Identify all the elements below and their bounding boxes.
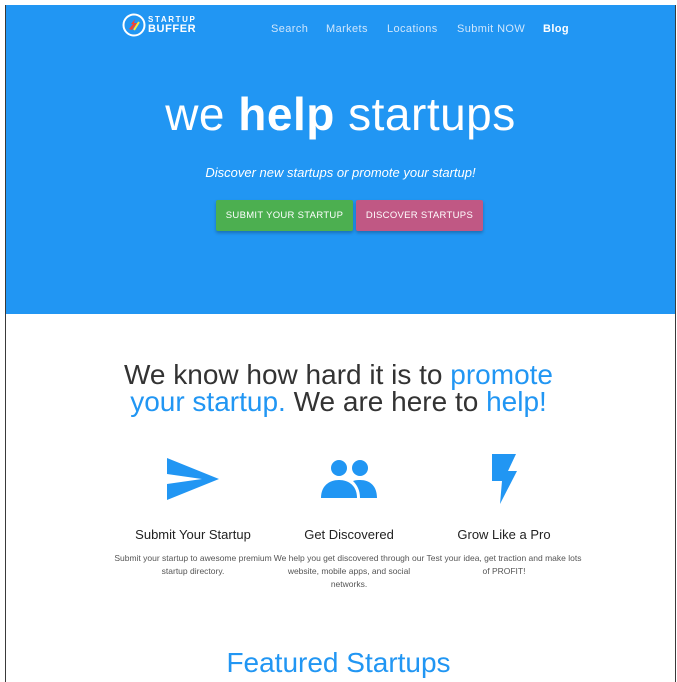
hero-title-pre: we (165, 88, 239, 140)
nav-item-locations[interactable]: Locations (387, 23, 438, 35)
featured-startups-heading: Featured Startups (226, 647, 451, 678)
promo-heading: We know how hard it is to promote your s… (0, 361, 677, 417)
feature-title: Submit Your Startup (135, 527, 251, 542)
discover-startups-button[interactable]: DISCOVER STARTUPS (356, 200, 483, 231)
hero-section: STARTUP BUFFER Search Markets Locations … (6, 5, 675, 314)
feature-description: Test your idea, get traction and make lo… (426, 553, 582, 576)
flash-icon (492, 454, 517, 504)
top-navigation: Search Markets Locations Submit NOW Blog (6, 23, 675, 37)
frame-border-right (675, 5, 676, 682)
feature-discovered: Get Discovered We help you get discovere… (264, 451, 434, 591)
feature-title: Grow Like a Pro (457, 527, 551, 542)
hero-title-bold: help (238, 88, 335, 140)
nav-item-blog[interactable]: Blog (543, 23, 569, 35)
nav-item-submit-now[interactable]: Submit NOW (457, 23, 525, 35)
feature-title: Get Discovered (304, 527, 394, 542)
feature-icon-wrap (108, 451, 278, 507)
feature-description: Submit your startup to awesome premium s… (114, 553, 272, 576)
submit-startup-button[interactable]: SUBMIT YOUR STARTUP (216, 200, 353, 231)
promo-highlight-help: help! (486, 386, 547, 417)
feature-description: We help you get discovered through our w… (273, 553, 425, 589)
feature-submit: Submit Your Startup Submit your startup … (108, 451, 278, 578)
feature-icon-wrap (419, 451, 589, 507)
feature-grow: Grow Like a Pro Test your idea, get trac… (419, 451, 589, 578)
hero-title-post: startups (334, 88, 516, 140)
send-icon (167, 458, 219, 500)
promo-highlight-startup: your startup. (130, 386, 286, 417)
feature-icon-wrap (264, 451, 434, 507)
nav-item-search[interactable]: Search (271, 23, 308, 35)
people-icon (321, 460, 377, 498)
promo-text-2: We are here to (285, 386, 487, 417)
nav-item-markets[interactable]: Markets (326, 23, 368, 35)
page: STARTUP BUFFER Search Markets Locations … (0, 0, 677, 682)
hero-subtitle: Discover new startups or promote your st… (205, 165, 476, 180)
hero-title: we help startups (6, 87, 675, 141)
